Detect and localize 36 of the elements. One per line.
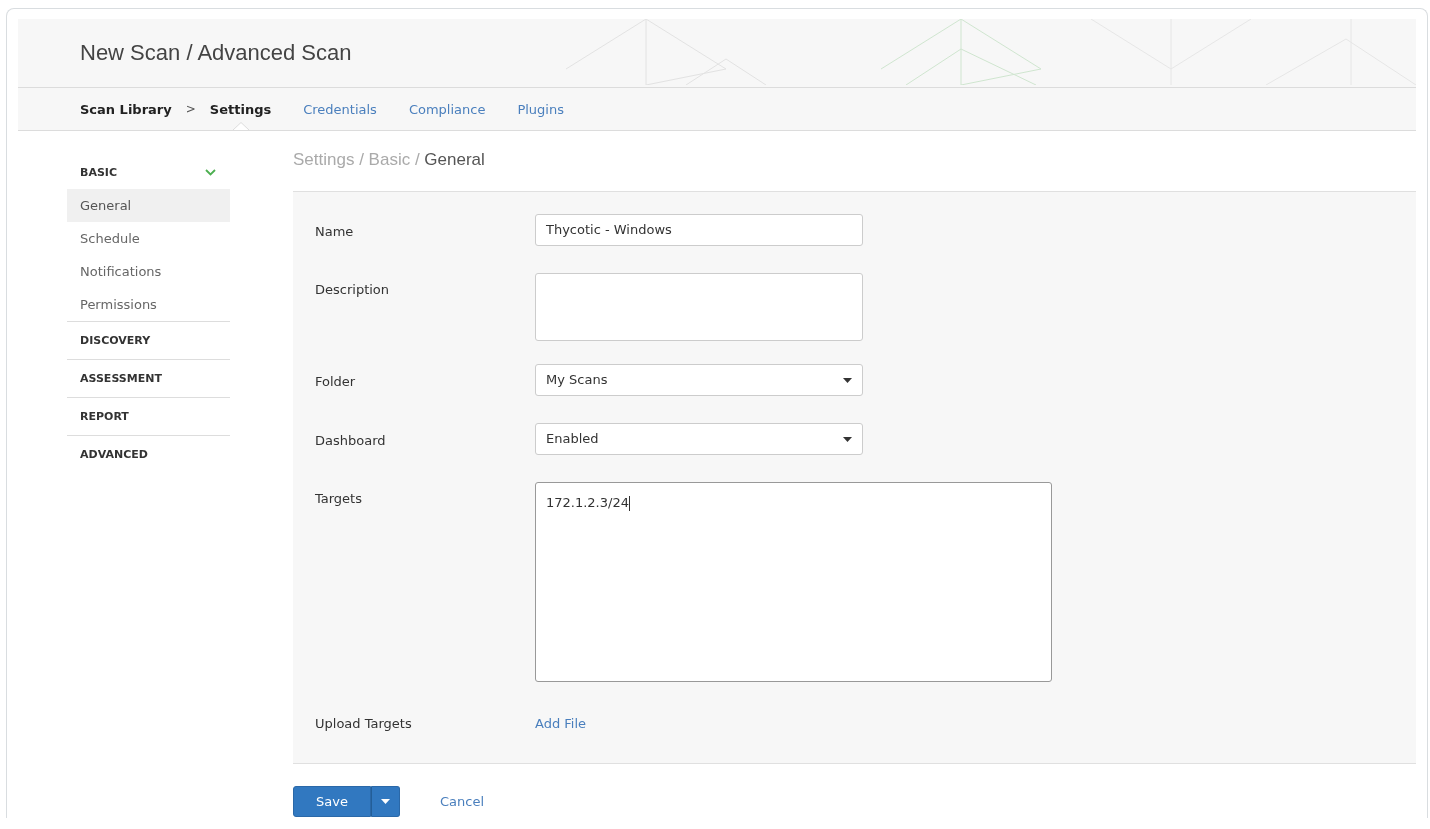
sidebar-item[interactable]: Permissions [67,288,230,321]
chevron-down-icon[interactable] [205,168,216,176]
dropdown[interactable]: My Scans [535,364,863,396]
save-button[interactable]: Save [293,786,371,817]
field-label: Description [314,281,391,299]
description-field[interactable] [535,273,863,341]
field-label: Dashboard [314,432,387,450]
add-file-link[interactable]: Add File [535,705,587,743]
section-heading[interactable]: ADVANCED [80,448,148,461]
nav-tab[interactable]: Compliance [408,88,486,130]
scan-library-link[interactable]: Scan Library [80,101,172,117]
sidebar-item[interactable]: Notifications [67,255,230,288]
targets-field[interactable]: 172.1.2.3/24 [535,482,1052,682]
sidebar-item[interactable]: Schedule [67,222,230,255]
save-options-button[interactable] [371,786,400,817]
name-field[interactable]: Thycotic - Windows [535,214,863,246]
sidebar-item[interactable]: General [67,189,230,222]
field-label: Folder [314,373,357,391]
field-label: Targets [314,490,363,508]
section-heading[interactable]: ASSESSMENT [80,372,162,385]
caret-icon [381,799,390,804]
section-heading[interactable]: REPORT [80,410,129,423]
caret-icon [843,436,852,442]
page-title: New Scan / Advanced Scan [80,40,352,66]
dropdown[interactable]: Enabled [535,423,863,455]
section-heading[interactable]: BASIC [80,165,117,179]
section-heading[interactable]: DISCOVERY [80,334,151,347]
nav-tab[interactable]: Settings [209,88,272,130]
breadcrumb-separator: > [185,102,196,116]
cancel-link[interactable]: Cancel [440,794,485,809]
nav-tab[interactable]: Credentials [303,88,377,130]
nav-tab[interactable]: Plugins [517,88,564,130]
caret-icon [843,377,852,383]
section-breadcrumb: Settings / Basic / General [293,149,486,171]
field-label: Upload Targets [314,715,413,733]
field-label: Name [314,223,355,241]
